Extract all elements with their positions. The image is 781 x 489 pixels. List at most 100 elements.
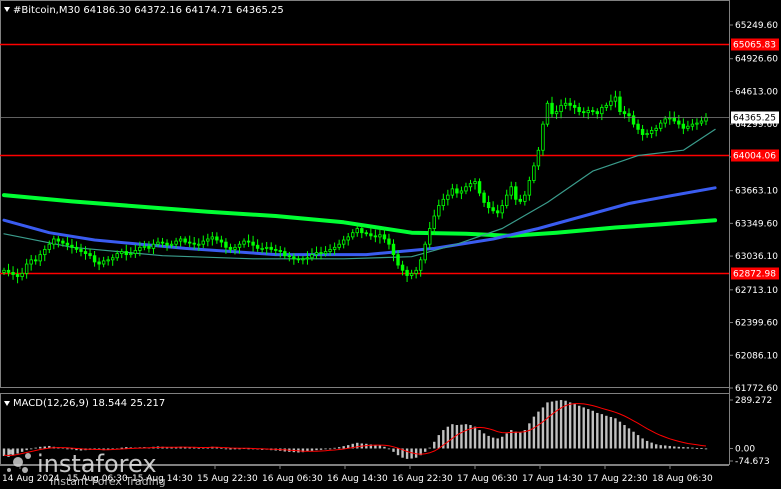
candle-body [690, 123, 695, 127]
candle-body [428, 228, 432, 245]
macd-histogram-bar [650, 442, 653, 449]
candle-body [418, 259, 423, 271]
candle-body [622, 111, 627, 115]
candle-body [672, 117, 676, 122]
candle-body [61, 240, 65, 244]
macd-histogram-bar [673, 446, 676, 449]
candle-body [43, 249, 47, 256]
candle-body [178, 238, 183, 242]
candle-body [296, 258, 301, 261]
time-tick-label: 17 Aug 06:30 [457, 474, 518, 484]
candle-body [292, 256, 296, 260]
candle-body [414, 269, 418, 274]
candle-body [110, 257, 115, 261]
candle-body [169, 243, 174, 246]
level-64004-tag-label: 64004.06 [733, 152, 776, 162]
macd-histogram-bar [410, 448, 413, 459]
candle-body [2, 269, 6, 273]
macd-histogram-bar [623, 425, 626, 449]
candle-body [423, 243, 427, 261]
macd-axis: 289.272 0.00 -74.673 [729, 396, 772, 467]
watermark-brand: instaforex [37, 450, 157, 478]
macd-histogram-bar [319, 448, 323, 450]
candle-body [464, 186, 468, 192]
candle-body [563, 102, 568, 106]
macd-histogram-bar [582, 407, 585, 449]
macd-histogram-bar [541, 407, 545, 449]
macd-histogram-bar [564, 400, 567, 449]
candle-body [264, 246, 269, 249]
level-62872-tag-label: 62872.98 [733, 270, 776, 280]
candle-body [278, 250, 282, 252]
candle-body [473, 181, 477, 185]
macd-histogram-bar [478, 430, 481, 449]
time-tick-label: 17 Aug 22:30 [587, 474, 648, 484]
macd-histogram-bar [645, 440, 649, 449]
macd-histogram-bar [573, 404, 576, 449]
macd-histogram-bar [532, 416, 536, 449]
macd-histogram-bar [405, 448, 409, 459]
candle-body [373, 235, 378, 238]
macd-histogram-bar [609, 416, 613, 449]
candle-body [215, 236, 219, 241]
candle-body [437, 205, 441, 217]
price-tick-label: 62086.10 [735, 351, 778, 361]
candle-body [246, 240, 251, 243]
time-tick-label: 15 Aug 22:30 [197, 474, 258, 484]
candle-body [536, 149, 541, 167]
candle-body [346, 236, 350, 241]
candle-body [165, 242, 169, 246]
candle-body [20, 273, 24, 277]
candle-body [550, 102, 554, 115]
candle-body [138, 246, 142, 251]
candle-body [441, 198, 446, 206]
price-tick-label: 63036.10 [735, 252, 778, 262]
candle-body [251, 241, 255, 246]
candle-body [79, 249, 83, 252]
candle-body [70, 244, 74, 248]
moving-averages [2, 128, 718, 260]
chart-canvas[interactable]: 65249.6064926.6064613.0064299.6063986.10… [0, 0, 781, 489]
macd-histogram-bar [519, 432, 522, 449]
trading-chart-window[interactable]: 65249.6064926.6064613.0064299.6063986.10… [0, 0, 781, 489]
candle-body [187, 241, 192, 244]
macd-histogram-bar [614, 418, 617, 449]
macd-histogram-bar [491, 437, 495, 449]
macd-histogram-bar [664, 445, 667, 449]
candle-body [455, 188, 459, 194]
macd-histogram-bar [424, 448, 427, 452]
candle-body [663, 118, 667, 124]
candle-body [269, 246, 273, 250]
price-tick-label: 64613.00 [735, 87, 778, 97]
price-axis: 65249.6064926.6064613.0064299.6063986.10… [729, 21, 778, 394]
candle-body [649, 130, 654, 134]
candle-body [468, 183, 473, 188]
macd-histogram-bar [700, 448, 703, 449]
candle-body [233, 246, 237, 250]
macd-histogram-bar [636, 435, 640, 449]
macd-histogram-bar [378, 445, 382, 449]
candle-body [237, 243, 242, 248]
macd-histogram-bar [695, 447, 699, 449]
time-tick-label: 18 Aug 06:30 [652, 474, 713, 484]
candle-body [640, 128, 645, 135]
dropdown-triangle-icon[interactable] [4, 7, 10, 12]
candle-body [532, 165, 536, 181]
candle-body [314, 252, 319, 256]
macd-tick-label: -74.673 [735, 457, 770, 467]
candle-body [56, 238, 61, 242]
candle-body [645, 133, 649, 135]
macd-histogram-bar [414, 448, 418, 458]
candle-body [38, 254, 42, 262]
macd-histogram-bar [654, 444, 658, 449]
time-tick-label: 16 Aug 14:30 [327, 474, 388, 484]
ma-mid-line [2, 186, 717, 257]
candle-body [360, 228, 364, 234]
candle-body [92, 255, 97, 263]
candle-body [260, 247, 264, 250]
candle-body [47, 243, 51, 250]
candle-body [631, 115, 636, 125]
macd-dropdown-triangle-icon[interactable] [4, 401, 10, 406]
time-tick-label: 17 Aug 14:30 [522, 474, 583, 484]
candle-body [156, 241, 160, 245]
